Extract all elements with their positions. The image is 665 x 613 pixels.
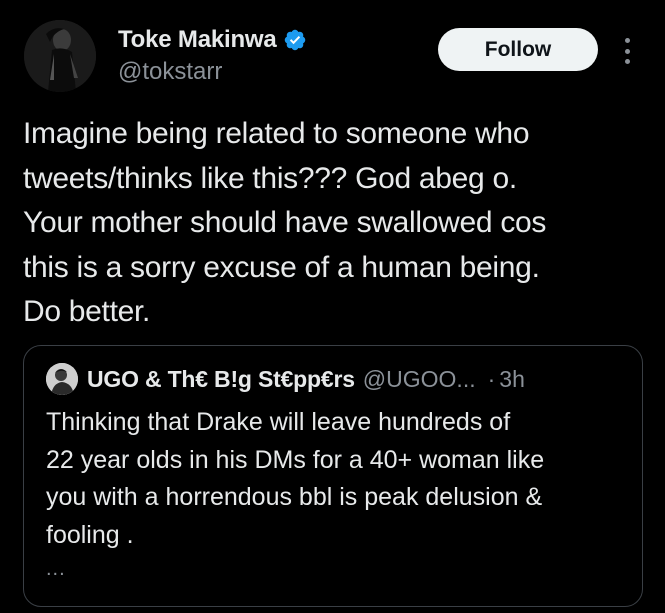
quoted-tweet-time[interactable]: 3h xyxy=(499,366,525,393)
quoted-text-line: Thinking that Drake will leave hundreds … xyxy=(46,408,511,436)
quoted-author-avatar[interactable] xyxy=(46,363,78,395)
profile-photo-icon xyxy=(46,363,78,395)
profile-photo-icon xyxy=(24,20,96,92)
more-dot xyxy=(624,38,630,43)
quoted-text-line: 22 year olds in his DMs for a 40+ woman … xyxy=(46,445,545,474)
truncation-ellipsis: ... xyxy=(46,558,66,580)
author-avatar[interactable] xyxy=(24,20,96,92)
quoted-tweet-header: UGO & Th€ B!g St€pp€rs @UGOO... · 3h xyxy=(46,363,525,395)
quoted-text-line: fooling . xyxy=(46,520,134,549)
author-handle[interactable]: @tokstarr xyxy=(118,58,307,86)
more-vertical-icon[interactable] xyxy=(620,36,634,66)
quoted-tweet-text: Thinking that Drake will leave hundreds … xyxy=(46,404,636,554)
tweet-text-line: Do better. xyxy=(23,295,151,328)
more-dot xyxy=(624,59,630,64)
follow-button[interactable]: Follow xyxy=(438,28,598,71)
tweet-text-line: this is a sorry excuse of a human being. xyxy=(23,250,540,284)
author-display-name[interactable]: Toke Makinwa xyxy=(118,26,277,54)
quoted-tweet[interactable]: UGO & Th€ B!g St€pp€rs @UGOO... · 3h Thi… xyxy=(23,345,643,607)
author-info: Toke Makinwa @tokstarr xyxy=(118,24,307,86)
tweet-text: Imagine being related to someone who twe… xyxy=(23,112,648,335)
quoted-text-line: you with a horrendous bbl is peak delusi… xyxy=(46,483,543,511)
tweet-text-line: Your mother should have swallowed cos xyxy=(23,206,547,239)
quoted-author-handle[interactable]: @UGOO... xyxy=(363,366,476,393)
verified-badge-icon[interactable] xyxy=(283,28,307,52)
more-dot xyxy=(624,48,630,54)
quoted-author-display-name[interactable]: UGO & Th€ B!g St€pp€rs xyxy=(87,366,355,393)
tweet-text-line: tweets/thinks like this??? God abeg o. xyxy=(23,161,517,195)
tweet-card: Toke Makinwa @tokstarr Follow Imagine be… xyxy=(0,0,665,613)
time-separator: · xyxy=(487,365,496,392)
tweet-text-line: Imagine being related to someone who xyxy=(23,117,530,150)
